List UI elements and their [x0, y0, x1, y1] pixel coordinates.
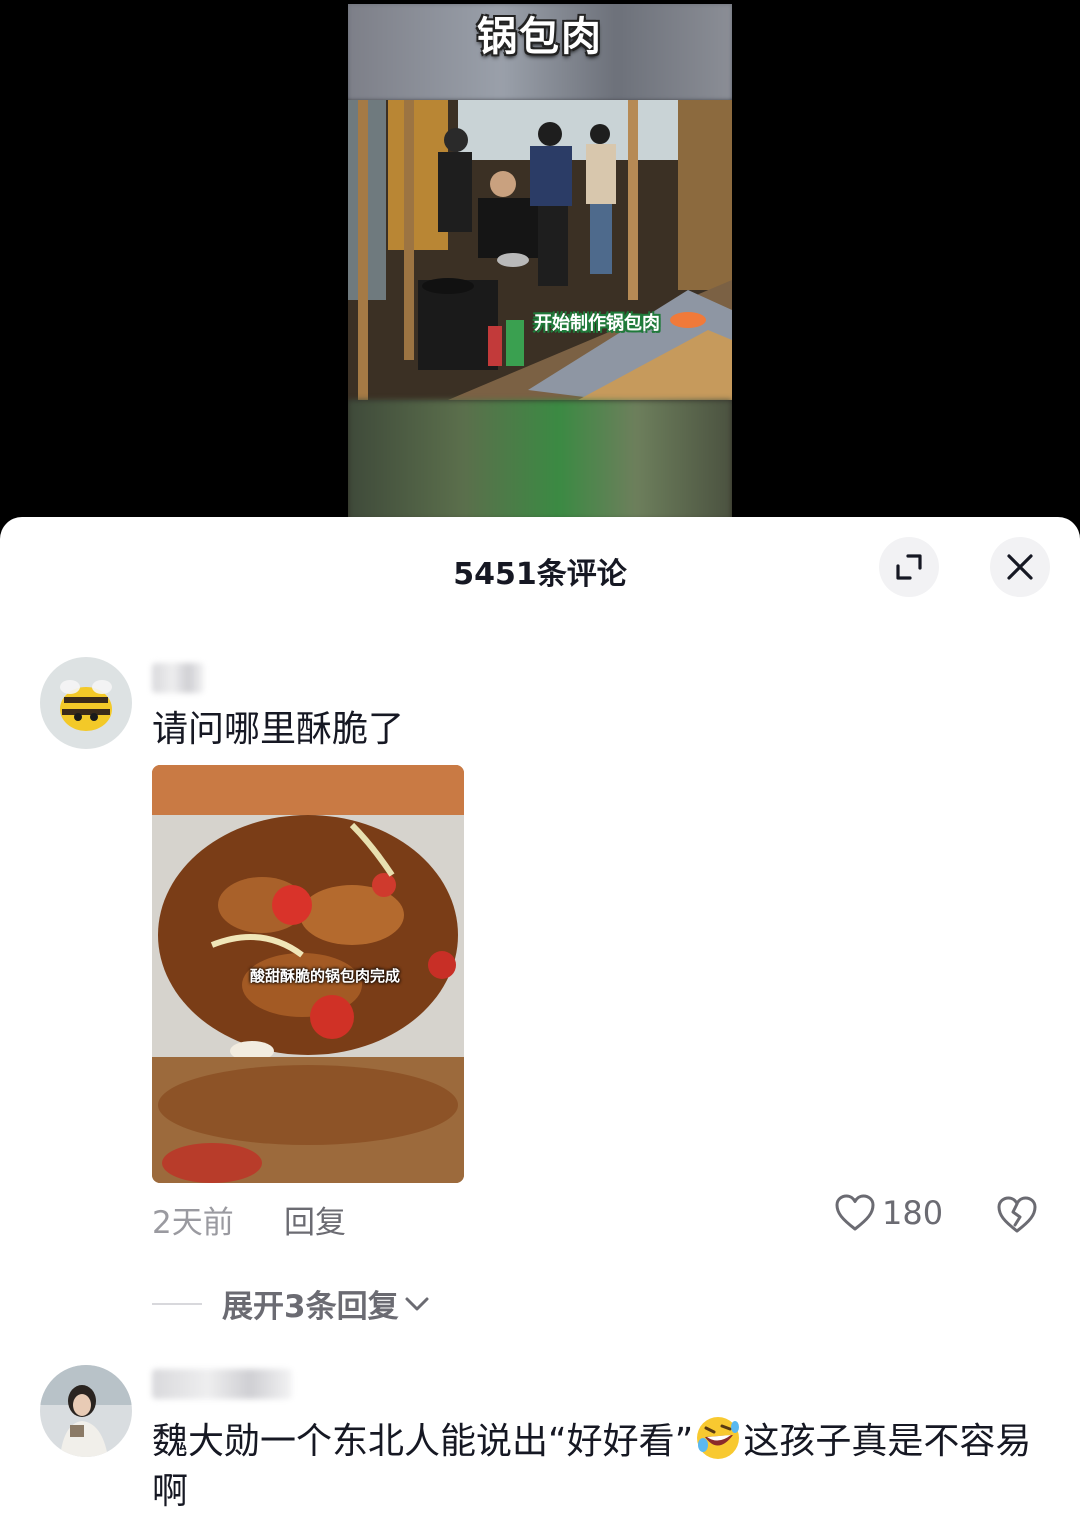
- comment-text-part1: 魏大勋一个东北人能说出“好好看”: [152, 1421, 694, 1462]
- video-title-overlay: 锅包肉: [477, 14, 603, 60]
- video-player[interactable]: 锅包肉 开始制作锅包肉: [0, 0, 1080, 520]
- comments-sheet: 5451条评论 请问哪里酥脆了 酸甜酥脆的锅包肉完成 2天前 回复 180 展开…: [0, 517, 1080, 1519]
- comment-item: 魏大勋一个东北人能说出“好好看” 这孩子真是不容易啊: [0, 1365, 1080, 1519]
- username-blurred[interactable]: [152, 1369, 292, 1399]
- expand-replies-label: 展开3条回复: [222, 1289, 399, 1325]
- rolling-on-floor-laughing-emoji: [697, 1417, 740, 1459]
- broken-heart-icon: [997, 1196, 1037, 1233]
- comment-text: 魏大勋一个东北人能说出“好好看” 这孩子真是不容易啊: [152, 1415, 1032, 1517]
- comment-image[interactable]: 酸甜酥脆的锅包肉完成: [152, 765, 464, 1183]
- video-frame[interactable]: 锅包肉 开始制作锅包肉: [348, 4, 732, 520]
- comment-text: 请问哪里酥脆了: [152, 709, 405, 750]
- expand-replies-button[interactable]: 展开3条回复: [152, 1281, 431, 1326]
- dislike-button[interactable]: [996, 1195, 1038, 1239]
- heart-icon: [835, 1194, 875, 1231]
- close-button[interactable]: [990, 537, 1050, 597]
- like-button[interactable]: 180: [834, 1193, 943, 1233]
- video-subtitle: 开始制作锅包肉: [534, 313, 660, 334]
- avatar[interactable]: [40, 657, 132, 749]
- comments-header: 5451条评论: [0, 517, 1080, 617]
- expand-icon: [896, 554, 922, 580]
- video-scene-image: [348, 100, 732, 400]
- user-photo-avatar: [40, 1365, 132, 1457]
- close-icon: [1007, 554, 1033, 580]
- comment-time: 2天前: [152, 1205, 234, 1241]
- expand-button[interactable]: [879, 537, 939, 597]
- reply-button[interactable]: 回复: [284, 1197, 346, 1242]
- divider-line: [152, 1302, 202, 1305]
- bee-avatar-image: [40, 657, 132, 749]
- username-blurred[interactable]: [152, 663, 204, 693]
- comment-image-caption: 酸甜酥脆的锅包肉完成: [250, 967, 401, 985]
- comment-item: 请问哪里酥脆了 酸甜酥脆的锅包肉完成 2天前 回复 180 展开3条回复: [0, 657, 1080, 1337]
- chevron-down-icon: [405, 1297, 429, 1310]
- avatar[interactable]: [40, 1365, 132, 1457]
- video-bottom-blurred-region: [348, 400, 732, 520]
- like-count: 180: [882, 1194, 944, 1232]
